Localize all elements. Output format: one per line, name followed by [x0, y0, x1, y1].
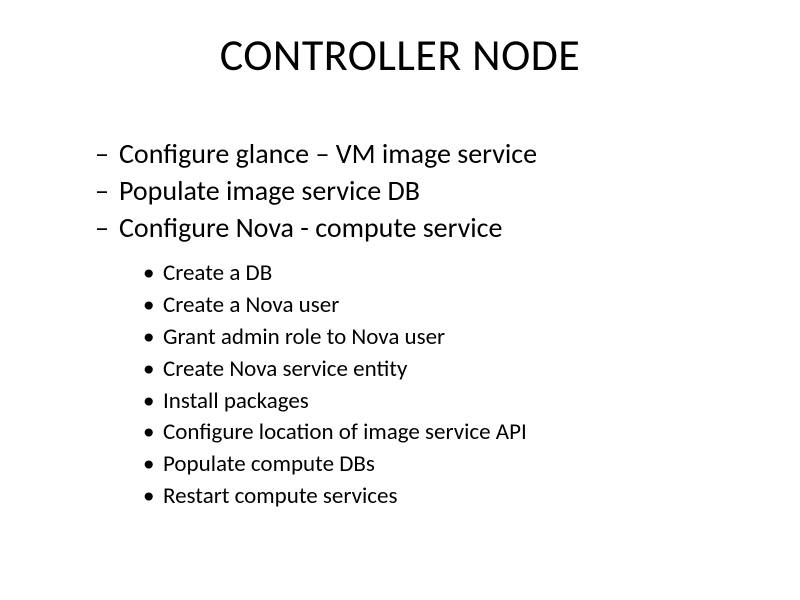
slide: CONTROLLER NODE – Configure glance – VM …	[0, 0, 800, 600]
list-item-text: Grant admin role to Nova user	[163, 323, 445, 353]
list-item-text: Create a Nova user	[163, 291, 339, 321]
list-item: – Configure glance – VM image service	[95, 136, 740, 171]
dash-icon: –	[95, 210, 119, 245]
list-item: • Populate compute DBs	[143, 450, 740, 480]
bullet-icon: •	[143, 323, 163, 353]
bullet-icon: •	[143, 259, 163, 289]
list-item: • Configure location of image service AP…	[143, 418, 740, 448]
list-item-text: Populate compute DBs	[163, 450, 375, 480]
bullet-icon: •	[143, 450, 163, 480]
list-item: – Populate image service DB	[95, 173, 740, 208]
dash-icon: –	[95, 136, 119, 171]
sub-list: • Create a DB • Create a Nova user • Gra…	[143, 259, 740, 512]
list-item-text: Install packages	[163, 387, 309, 417]
slide-title: CONTROLLER NODE	[0, 28, 800, 82]
list-item: • Install packages	[143, 387, 740, 417]
list-item: • Create a Nova user	[143, 291, 740, 321]
bullet-icon: •	[143, 387, 163, 417]
dash-icon: –	[95, 173, 119, 208]
list-item: • Create Nova service entity	[143, 355, 740, 385]
bullet-icon: •	[143, 418, 163, 448]
list-item-text: Restart compute services	[163, 482, 397, 512]
list-item: • Restart compute services	[143, 482, 740, 512]
list-item-text: Create a DB	[163, 259, 272, 289]
list-item-text: Configure location of image service API	[163, 418, 527, 448]
list-item: – Configure Nova - compute service	[95, 210, 740, 245]
list-item-text: Populate image service DB	[119, 173, 420, 208]
bullet-icon: •	[143, 291, 163, 321]
slide-content: – Configure glance – VM image service – …	[95, 136, 740, 514]
list-item: • Create a DB	[143, 259, 740, 289]
list-item-text: Configure Nova - compute service	[119, 210, 502, 245]
list-item-text: Configure glance – VM image service	[119, 136, 537, 171]
bullet-icon: •	[143, 355, 163, 385]
list-item: • Grant admin role to Nova user	[143, 323, 740, 353]
bullet-icon: •	[143, 482, 163, 512]
list-item-text: Create Nova service entity	[163, 355, 407, 385]
